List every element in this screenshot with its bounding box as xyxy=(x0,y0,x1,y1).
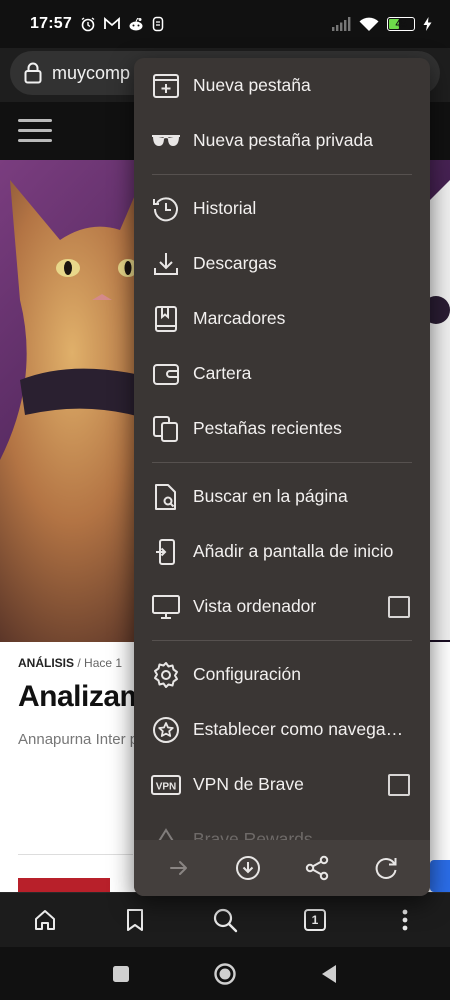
menu-divider xyxy=(152,462,412,463)
url-text[interactable]: muycomp xyxy=(52,63,130,84)
menu-item-new-tab[interactable]: Nueva pestaña xyxy=(134,58,430,113)
menu-list: Nueva pestaña Nueva pestaña privada Hist… xyxy=(134,58,430,840)
menu-action-bar xyxy=(134,840,430,896)
menu-item-label: Historial xyxy=(193,198,257,218)
settings-icon xyxy=(150,659,182,691)
menu-divider xyxy=(152,174,412,175)
search-icon[interactable] xyxy=(200,895,250,945)
menu-item-brave-rewards[interactable]: Brave Rewards xyxy=(134,812,430,840)
private-tab-icon xyxy=(150,125,182,157)
download-page-icon[interactable] xyxy=(226,846,270,890)
menu-item-label: Configuración xyxy=(193,664,301,684)
menu-item-label: Buscar en la página xyxy=(193,486,348,506)
menu-item-label: Nueva pestaña xyxy=(193,75,311,95)
svg-text:VPN: VPN xyxy=(156,781,177,792)
battery-level: 45 xyxy=(395,18,407,30)
system-navigation-bar xyxy=(0,947,450,1000)
vpn-icon: VPN xyxy=(150,769,182,801)
menu-item-label: Brave Rewards xyxy=(193,829,313,840)
tabs-icon[interactable]: 1 xyxy=(290,895,340,945)
menu-item-set-default-browser[interactable]: Establecer como navegador predeterminado xyxy=(134,702,430,757)
article-divider xyxy=(18,854,133,855)
desktop-view-icon xyxy=(150,591,182,623)
home-icon[interactable] xyxy=(20,895,70,945)
charging-icon xyxy=(423,17,432,31)
back-icon[interactable] xyxy=(320,964,338,984)
signal-icon xyxy=(332,17,351,31)
menu-item-label: VPN de Brave xyxy=(193,774,304,794)
menu-item-downloads[interactable]: Descargas xyxy=(134,236,430,291)
wifi-icon xyxy=(359,17,379,31)
tab-count[interactable]: 1 xyxy=(304,909,326,931)
add-to-home-icon xyxy=(150,536,182,568)
browser-overflow-menu: Nueva pestaña Nueva pestaña privada Hist… xyxy=(134,58,430,896)
recents-icon[interactable] xyxy=(112,965,130,983)
menu-item-label: Establecer como navegador predeterminado xyxy=(193,719,410,739)
site-menu-icon[interactable] xyxy=(18,119,52,143)
menu-item-label: Vista ordenador xyxy=(193,596,317,616)
lock-icon[interactable] xyxy=(24,62,42,84)
forward-icon[interactable] xyxy=(157,846,201,890)
article-category[interactable]: ANÁLISIS xyxy=(18,656,74,670)
find-in-page-icon xyxy=(150,481,182,513)
menu-item-label: Descargas xyxy=(193,253,277,273)
rewards-icon xyxy=(150,824,182,840)
browser-toolbar: 1 xyxy=(0,892,450,947)
bookmarks-icon xyxy=(150,303,182,335)
menu-item-label: Cartera xyxy=(193,363,252,383)
desktop-view-checkbox[interactable] xyxy=(388,595,410,618)
bookmark-icon[interactable] xyxy=(110,895,160,945)
article-meta-separator: / xyxy=(77,656,81,670)
menu-item-label: Marcadores xyxy=(193,308,286,328)
share-icon[interactable] xyxy=(295,846,339,890)
more-options-icon[interactable] xyxy=(380,895,430,945)
recent-tabs-icon xyxy=(150,413,182,445)
menu-item-label: Pestañas recientes xyxy=(193,418,342,438)
menu-item-find-in-page[interactable]: Buscar en la página xyxy=(134,469,430,524)
status-bar: 17:57 45 xyxy=(0,0,450,48)
download-icon xyxy=(150,248,182,280)
menu-divider xyxy=(152,640,412,641)
menu-item-settings[interactable]: Configuración xyxy=(134,647,430,702)
menu-item-add-to-home[interactable]: Añadir a pantalla de inicio xyxy=(134,524,430,579)
vpn-checkbox[interactable] xyxy=(388,773,410,796)
menu-item-recent-tabs[interactable]: Pestañas recientes xyxy=(134,401,430,456)
status-time: 17:57 xyxy=(30,15,72,32)
article-time: Hace 1 xyxy=(84,656,123,670)
related-article-thumb[interactable] xyxy=(18,878,110,892)
menu-item-label: Añadir a pantalla de inicio xyxy=(193,541,394,561)
wallet-icon xyxy=(150,358,182,390)
menu-item-new-private-tab[interactable]: Nueva pestaña privada xyxy=(134,113,430,168)
menu-item-bookmarks[interactable]: Marcadores xyxy=(134,291,430,346)
menu-item-wallet[interactable]: Cartera xyxy=(134,346,430,401)
menu-item-desktop-view[interactable]: Vista ordenador xyxy=(134,579,430,634)
menu-item-label: Nueva pestaña privada xyxy=(193,130,373,150)
reddit-icon xyxy=(129,17,143,31)
home-nav-icon[interactable] xyxy=(213,962,237,986)
menu-item-history[interactable]: Historial xyxy=(134,181,430,236)
notification-icon xyxy=(152,16,164,32)
battery-icon: 45 xyxy=(387,17,415,31)
new-tab-icon xyxy=(150,70,182,102)
default-browser-icon xyxy=(150,714,182,746)
floating-action-button[interactable] xyxy=(430,860,450,892)
reload-icon[interactable] xyxy=(364,846,408,890)
gmail-icon xyxy=(104,17,120,29)
alarm-icon xyxy=(81,17,95,32)
status-system-icons: 45 xyxy=(331,17,432,32)
status-notification-icons xyxy=(80,16,164,32)
history-icon xyxy=(150,193,182,225)
menu-item-brave-vpn[interactable]: VPN VPN de Brave xyxy=(134,757,430,812)
